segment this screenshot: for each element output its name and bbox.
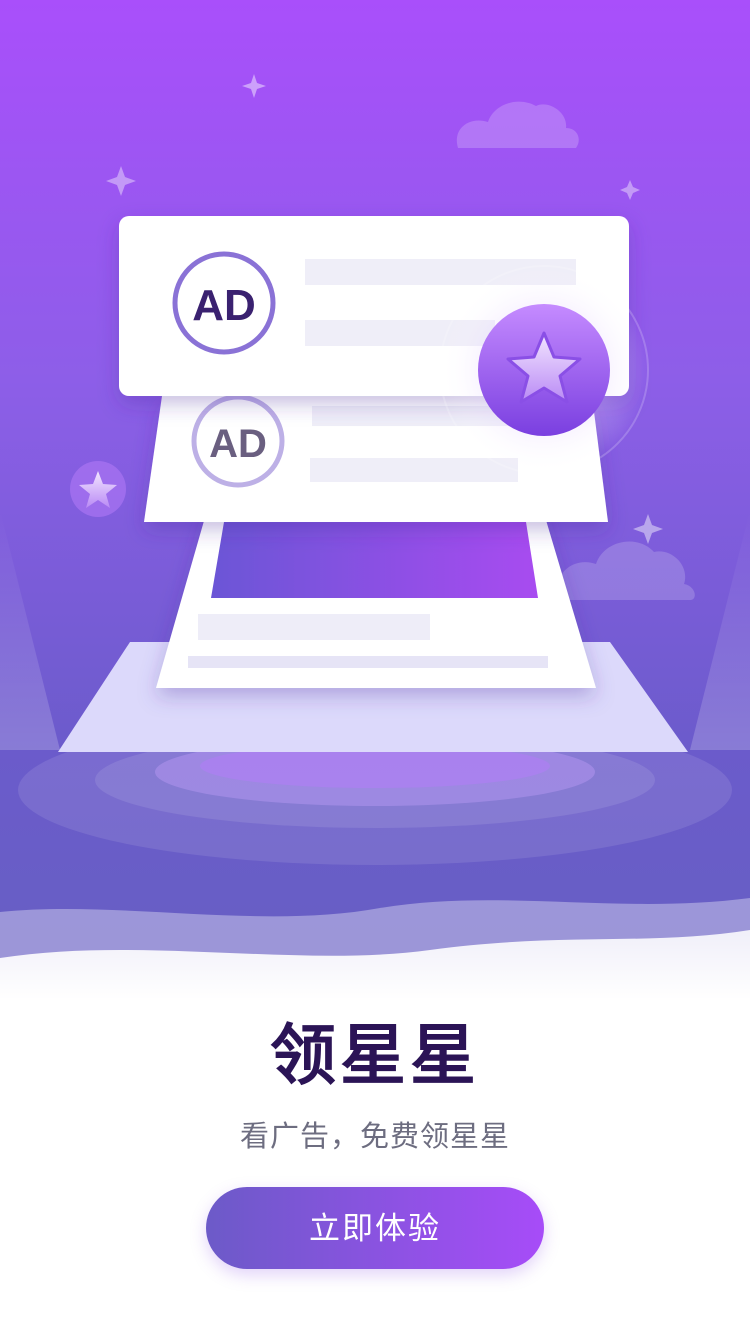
try-now-button[interactable]: 立即体验 [206,1187,544,1269]
page-title: 领星星 [270,1017,480,1094]
light-beam-left [0,510,60,750]
cloud-icon [557,541,695,600]
star-icon [620,180,640,200]
onboarding-screen: AD AD 领星星 看广告，免费领星星 立即体验 [0,0,750,1334]
star-icon [633,514,663,544]
star-icon [70,461,126,517]
star-icon [106,166,136,196]
page-subtitle: 看广告，免费领星星 [239,1119,510,1153]
star-icon [242,74,266,98]
ad-badge-back: AD [209,422,267,466]
reward-coin [439,265,649,475]
light-beam-right [690,510,750,750]
ad-badge-front: AD [192,281,256,330]
onboarding-content: 领星星 看广告，免费领星星 立即体验 [0,1000,750,1334]
cloud-icon [456,101,579,148]
ad-reward-illustration: AD AD [0,74,750,1000]
back-page [156,500,596,688]
